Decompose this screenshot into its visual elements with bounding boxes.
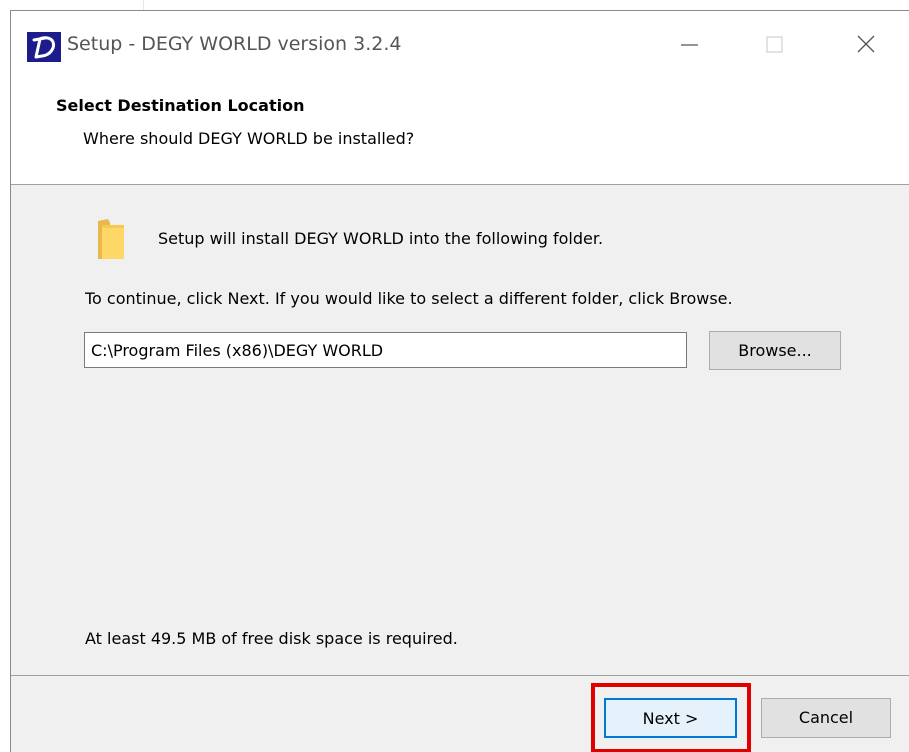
- minimize-icon: [681, 44, 698, 46]
- folder-icon: [98, 219, 124, 259]
- minimize-button[interactable]: [667, 25, 713, 65]
- cancel-button[interactable]: Cancel: [761, 698, 891, 738]
- setup-dialog: Setup - DEGY WORLD version 3.2.4 Select …: [10, 10, 909, 752]
- close-icon: [857, 35, 875, 53]
- wizard-header: Select Destination Location Where should…: [11, 81, 909, 185]
- page-title: Select Destination Location: [56, 96, 305, 115]
- disk-space-text: At least 49.5 MB of free disk space is r…: [85, 629, 458, 648]
- desktop-background: [0, 0, 909, 10]
- degy-d-logo-icon: [27, 32, 61, 62]
- instruction-text: To continue, click Next. If you would li…: [85, 289, 733, 308]
- maximize-button: [751, 25, 797, 65]
- next-button[interactable]: Next >: [604, 698, 737, 738]
- window-title: Setup - DEGY WORLD version 3.2.4: [67, 33, 402, 55]
- title-bar[interactable]: Setup - DEGY WORLD version 3.2.4: [11, 11, 909, 81]
- page-subtitle: Where should DEGY WORLD be installed?: [83, 129, 415, 148]
- maximize-icon: [766, 36, 783, 53]
- install-intro-text: Setup will install DEGY WORLD into the f…: [158, 229, 604, 248]
- footer-divider: [11, 675, 909, 676]
- destination-path-input[interactable]: [84, 332, 687, 368]
- browse-button[interactable]: Browse...: [709, 331, 841, 370]
- desktop-divider: [143, 0, 144, 10]
- close-button[interactable]: [843, 25, 889, 65]
